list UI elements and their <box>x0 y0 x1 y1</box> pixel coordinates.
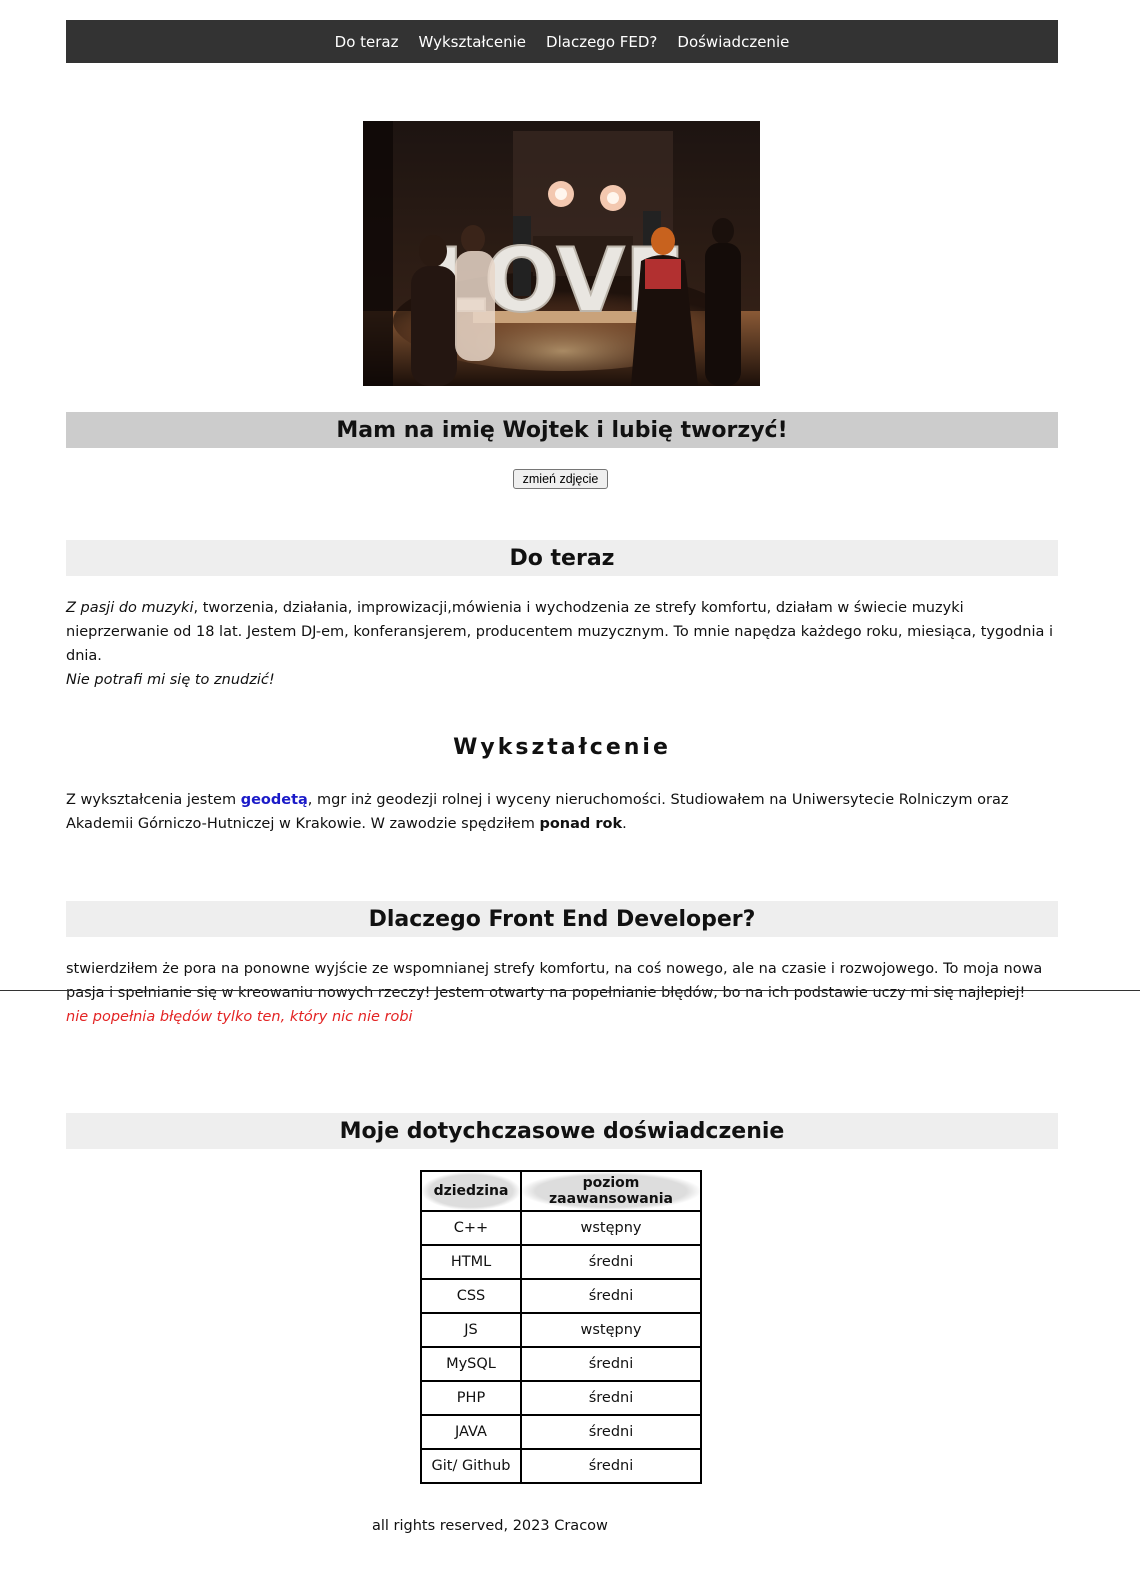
table-row: CSS średni <box>420 1278 702 1314</box>
cell-poziom: średni <box>520 1346 702 1382</box>
table-row: MySQL średni <box>420 1346 702 1382</box>
hero-photo: LOVE <box>363 121 760 386</box>
fed-quote: nie popełnia błędów tylko ten, który nic… <box>66 1009 413 1025</box>
table-row: JAVA średni <box>420 1414 702 1450</box>
cell-poziom: średni <box>520 1278 702 1314</box>
cell-poziom: średni <box>520 1380 702 1416</box>
cell-poziom: średni <box>520 1414 702 1450</box>
table-row: HTML średni <box>420 1244 702 1280</box>
table-row: C++ wstępny <box>420 1210 702 1246</box>
cell-dziedzina: JAVA <box>420 1414 522 1450</box>
top-nav: Do teraz Wykształcenie Dlaczego FED? Doś… <box>66 20 1058 63</box>
cell-dziedzina: PHP <box>420 1380 522 1416</box>
change-photo-button[interactable]: zmień zdjęcie <box>513 469 608 489</box>
dlaczego-fed-text: stwierdziłem że pora na ponowne wyjście … <box>66 957 1051 1029</box>
skills-table: dziedzina poziom zaawansowania C++ wstępn… <box>420 1170 702 1484</box>
do-teraz-lead: Z pasji do muzyki <box>66 600 194 616</box>
cell-dziedzina: CSS <box>420 1278 522 1314</box>
horizontal-rule <box>0 990 1140 991</box>
section-heading-wyksztalcenie: Wykształcenie <box>453 735 671 760</box>
cell-dziedzina: C++ <box>420 1210 522 1246</box>
table-header-row: dziedzina poziom zaawansowania <box>420 1170 702 1212</box>
cell-dziedzina: Git/ Github <box>420 1448 522 1484</box>
geodeta-link[interactable]: geodetą <box>241 792 308 808</box>
nav-link-doswiadczenie[interactable]: Doświadczenie <box>677 33 789 51</box>
do-teraz-text: Z pasji do muzyki, tworzenia, działania,… <box>66 596 1061 692</box>
table-row: PHP średni <box>420 1380 702 1416</box>
table-row: JS wstępny <box>420 1312 702 1348</box>
footer-text: all rights reserved, 2023 Cracow <box>372 1518 608 1534</box>
cell-poziom: wstępny <box>520 1210 702 1246</box>
column-header-poziom: poziom zaawansowania <box>520 1170 702 1212</box>
wyksztalcenie-text: Z wykształcenia jestem geodetą, mgr inż … <box>66 788 1046 836</box>
page-title: Mam na imię Wojtek i lubię tworzyć! <box>66 412 1058 448</box>
nav-link-do-teraz[interactable]: Do teraz <box>335 33 399 51</box>
cell-poziom: średni <box>520 1244 702 1280</box>
section-heading-do-teraz: Do teraz <box>66 540 1058 576</box>
fed-body: stwierdziłem że pora na ponowne wyjście … <box>66 961 1043 1001</box>
do-teraz-body: , tworzenia, działania, improwizacji,mów… <box>66 600 1054 664</box>
cell-poziom: średni <box>520 1448 702 1484</box>
edu-bold: ponad rok <box>539 816 623 832</box>
column-header-dziedzina: dziedzina <box>420 1170 522 1212</box>
edu-text-before: Z wykształcenia jestem <box>66 792 241 808</box>
nav-link-wyksztalcenie[interactable]: Wykształcenie <box>419 33 527 51</box>
table-row: Git/ Github średni <box>420 1448 702 1484</box>
hero-photo-illustration: LOVE <box>363 121 760 386</box>
cell-poziom: wstępny <box>520 1312 702 1348</box>
cell-dziedzina: HTML <box>420 1244 522 1280</box>
section-heading-doswiadczenie: Moje dotychczasowe doświadczenie <box>66 1113 1058 1149</box>
cell-dziedzina: JS <box>420 1312 522 1348</box>
do-teraz-closing: Nie potrafi mi się to znudzić! <box>66 672 275 688</box>
section-heading-dlaczego-fed: Dlaczego Front End Developer? <box>66 901 1058 937</box>
edu-end: . <box>622 816 627 832</box>
cell-dziedzina: MySQL <box>420 1346 522 1382</box>
nav-link-dlaczego-fed[interactable]: Dlaczego FED? <box>546 33 657 51</box>
